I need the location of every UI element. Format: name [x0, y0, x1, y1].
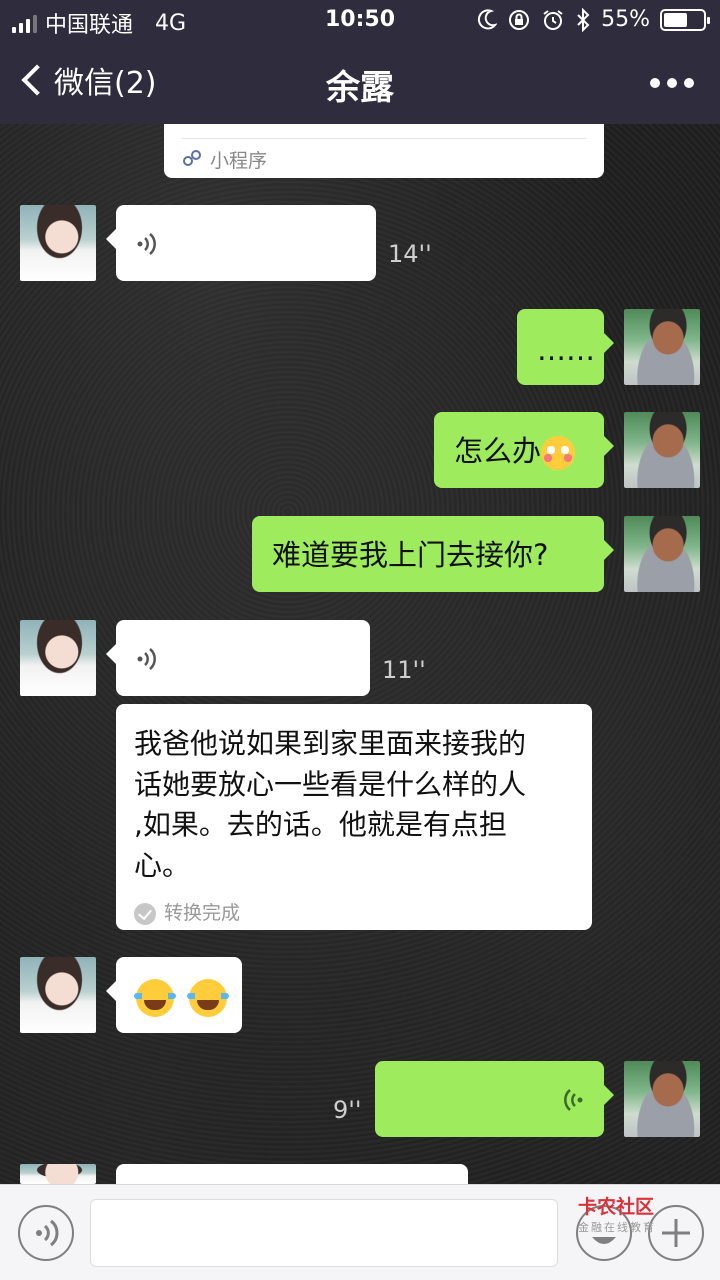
status-bar: 中国联通 4G 10:50 55% [0, 0, 720, 40]
my-avatar[interactable] [624, 412, 700, 488]
moon-icon [478, 8, 498, 29]
avatar[interactable] [20, 1164, 96, 1184]
voice-icon [137, 233, 156, 255]
voice-duration: 11'' [382, 656, 426, 684]
check-icon [134, 903, 156, 926]
voice-icon [564, 1089, 583, 1111]
my-voice-message[interactable] [375, 1061, 614, 1137]
emoji-message[interactable] [106, 957, 242, 1033]
alarm-icon [543, 9, 563, 30]
my-avatar[interactable] [624, 1061, 700, 1137]
voice-duration: 9'' [333, 1096, 362, 1124]
my-message[interactable]: 难道要我上门去接你? [252, 516, 614, 592]
mini-program-card[interactable]: 小程序 [164, 124, 604, 178]
nav-bar: 微信(2) 余露 [0, 40, 720, 124]
more-icon[interactable] [650, 78, 694, 88]
watermark-title: 卡农社区 [578, 1196, 655, 1218]
message-text: …… [537, 333, 595, 367]
voice-toggle-button[interactable] [18, 1205, 74, 1261]
message-text: 难道要我上门去接你? [272, 538, 549, 572]
avatar[interactable] [20, 205, 96, 281]
transcript-line: ,如果。去的话。他就是有点担 [134, 808, 507, 842]
watermark-subtitle: 金融在线教育 [578, 1221, 656, 1234]
voice-icon [36, 1219, 59, 1247]
my-message[interactable]: …… [517, 309, 614, 385]
tears-of-joy-emoji-icon [187, 979, 230, 1017]
transcript-line: 话她要放心一些看是什么样的人 [134, 767, 527, 801]
watermark-logo: 卡农社区 金融在线教育 [540, 1192, 660, 1234]
convert-status: 转换完成 [134, 900, 574, 928]
bluetooth-icon [577, 7, 590, 32]
avatar[interactable] [20, 620, 96, 696]
message-text: 怎么办 [454, 434, 542, 468]
avatar[interactable] [20, 957, 96, 1033]
mini-program-label: 小程序 [210, 150, 268, 172]
voice-icon [137, 648, 156, 670]
voice-message[interactable] [106, 620, 370, 696]
rotation-lock-icon [509, 9, 530, 30]
partial-message[interactable] [116, 1164, 468, 1184]
tears-of-joy-emoji-icon [134, 979, 176, 1017]
voice-message[interactable] [106, 205, 376, 281]
chat-title: 余露 [326, 68, 394, 108]
battery-icon [660, 8, 710, 31]
my-avatar[interactable] [624, 309, 700, 385]
flushed-emoji-icon [541, 436, 576, 470]
miniprogram-icon [183, 150, 201, 166]
my-message[interactable]: 怎么办 [434, 412, 614, 488]
voice-duration: 14'' [388, 240, 432, 268]
message-input[interactable] [90, 1199, 558, 1267]
my-avatar[interactable] [624, 516, 700, 592]
transcript-line: 心。 [134, 848, 191, 882]
battery-percent: 55% [601, 7, 650, 32]
voice-transcript[interactable]: 我爸他说如果到家里面来接我的 话她要放心一些看是什么样的人 ,如果。去的话。他就… [116, 704, 592, 930]
transcript-line: 我爸他说如果到家里面来接我的 [134, 727, 527, 760]
convert-status-text: 转换完成 [164, 902, 241, 925]
